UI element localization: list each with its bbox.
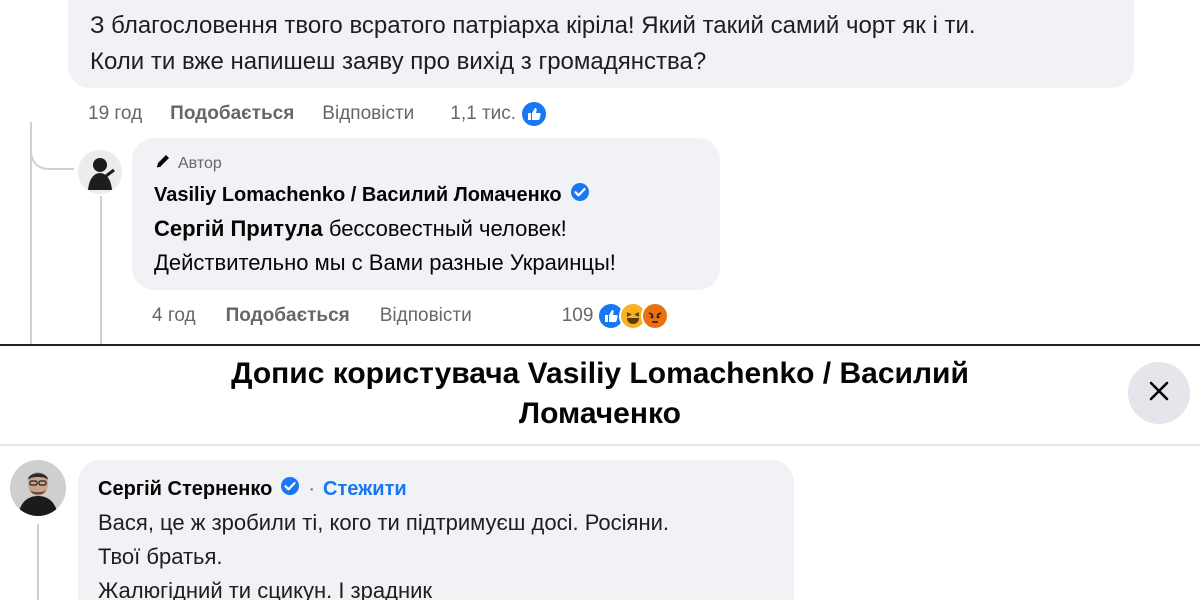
dialog-title-line: Ломаченко	[519, 397, 681, 430]
close-button[interactable]	[1128, 362, 1190, 424]
follow-button[interactable]: Стежити	[323, 478, 407, 501]
reactions[interactable]	[520, 100, 549, 128]
comment-text-line: Жалюгідний ти сцикун. І зрадник	[98, 578, 433, 600]
top-screenshot: З благословення твого всратого патріарха…	[0, 0, 1200, 344]
avatar[interactable]	[10, 460, 66, 516]
separator-dot: ·	[308, 477, 316, 500]
reaction-count[interactable]: 1,1 тис.	[450, 103, 516, 125]
reply-author: Vasiliy Lomachenko / Василий Ломаченко	[154, 182, 590, 208]
angry-reaction-icon	[641, 302, 670, 330]
like-button[interactable]: Подобається	[170, 103, 294, 125]
reply-button[interactable]: Відповісти	[322, 103, 414, 125]
author-name[interactable]: Vasiliy Lomachenko / Василий Ломаченко	[154, 184, 562, 207]
author-badge-label: Автор	[178, 154, 222, 172]
comment-actions: 19 год Подобається Відповісти 1,1 тис.	[88, 100, 549, 128]
thread-connector	[30, 140, 74, 170]
comment-text-line: Вася, це ж зробили ті, кого ти підтримує…	[98, 510, 670, 535]
bottom-screenshot: Допис користувача Vasiliy Lomachenko / В…	[0, 346, 1200, 600]
thread-line	[37, 524, 39, 600]
reply-text-line: Действительно мы с Вами разные Украинцы!	[154, 250, 616, 275]
close-icon	[1147, 379, 1171, 408]
like-reaction-icon	[520, 100, 549, 128]
reply-button[interactable]: Відповісти	[380, 305, 472, 327]
reaction-count[interactable]: 109	[562, 305, 594, 327]
verified-icon	[280, 476, 300, 502]
reply-time[interactable]: 4 год	[152, 305, 196, 327]
comment-text-line: Твої братья.	[98, 544, 223, 569]
dialog-title-line: Допис користувача Vasiliy Lomachenko / В…	[231, 357, 969, 390]
reply-actions: 4 год Подобається Відповісти 109	[152, 302, 670, 330]
avatar[interactable]	[78, 150, 122, 194]
reactions[interactable]	[597, 302, 670, 330]
comment-text-line: Коли ти вже напишеш заяву про вихід з гр…	[90, 48, 707, 75]
comment-text-line: З благословення твого всратого патріарха…	[90, 12, 976, 39]
reply-text-rest: бессовестный человек!	[322, 216, 567, 241]
dialog-title: Допис користувача Vasiliy Lomachenko / В…	[150, 354, 1050, 434]
comment-bubble: З благословення твого всратого патріарха…	[68, 0, 1134, 88]
dialog-separator	[0, 444, 1200, 446]
like-button[interactable]: Подобається	[226, 305, 350, 327]
pencil-icon	[154, 152, 172, 175]
thread-line	[100, 196, 102, 344]
comment-author: Сергій Стерненко · Стежити	[98, 476, 407, 502]
author-badge: Автор	[154, 152, 222, 175]
comment-time[interactable]: 19 год	[88, 103, 142, 125]
mention-link[interactable]: Сергій Притула	[154, 216, 323, 241]
comment-bubble: Сергій Стерненко · Стежити Вася, це ж зр…	[78, 460, 794, 600]
reply-bubble: Автор Vasiliy Lomachenko / Василий Ломач…	[132, 138, 720, 290]
verified-icon	[570, 182, 590, 208]
author-name[interactable]: Сергій Стерненко	[98, 478, 272, 501]
reply-text-line: Сергій Притула бессовестный человек!	[154, 216, 567, 242]
